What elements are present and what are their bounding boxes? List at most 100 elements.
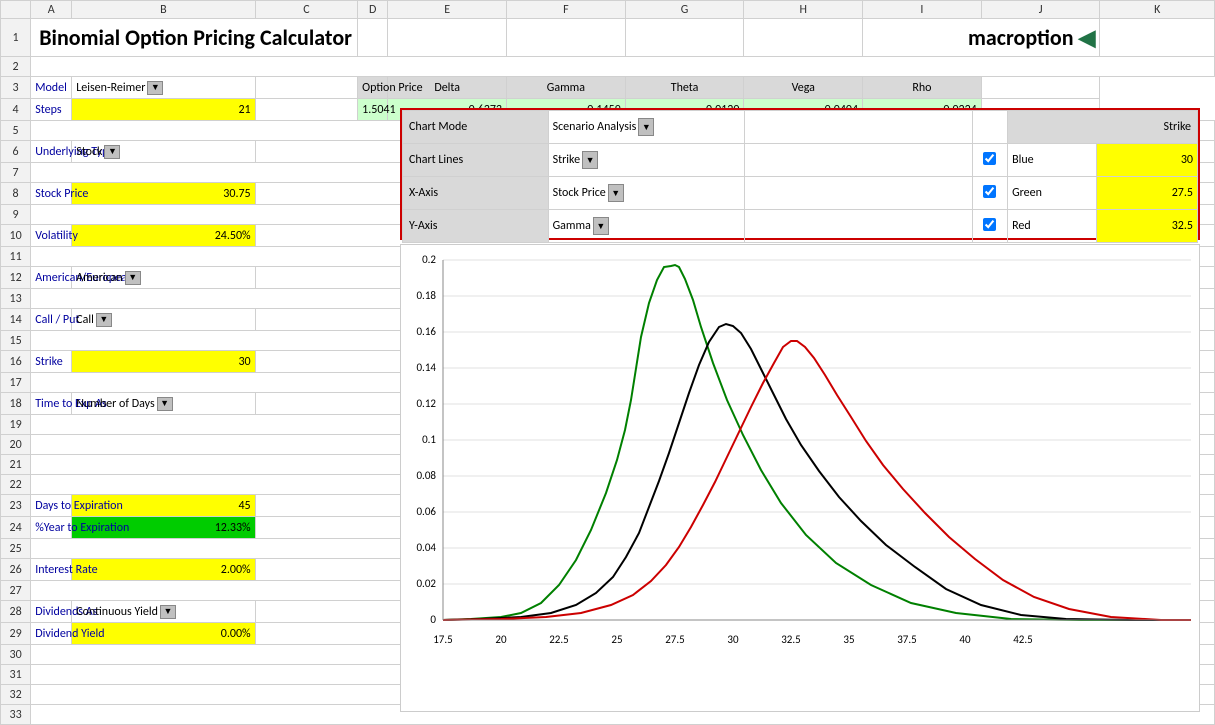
gamma-chart: 0.2 0.18 0.16 0.14 0.12 0.1 0.08 0.06 0.… <box>401 245 1201 713</box>
chart-mode-arrow[interactable]: ▼ <box>638 118 654 136</box>
x-label-25: 25 <box>611 633 622 646</box>
x-axis-label: X-Axis <box>403 177 549 210</box>
x-label-35: 35 <box>843 633 854 646</box>
row-17: 17 <box>1 373 31 393</box>
row-29: 29 <box>1 623 31 645</box>
green-value-cell[interactable]: 27.5 <box>1096 177 1197 210</box>
dividends-as-value: Continuous Yield <box>76 605 158 619</box>
col-header-g: G <box>625 1 744 19</box>
red-checkbox-cell[interactable] <box>972 210 1007 243</box>
green-checkbox-cell[interactable] <box>972 177 1007 210</box>
steps-value[interactable]: 21 <box>72 99 255 121</box>
blue-value-cell[interactable]: 30 <box>1096 144 1197 177</box>
y-label-0.14: 0.14 <box>416 361 436 374</box>
empty-ctrl-5 <box>744 210 972 243</box>
stock-price-value[interactable]: 30.75 <box>72 183 255 205</box>
blue-checkbox-cell[interactable] <box>972 144 1007 177</box>
days-exp-label: Days to Expiration <box>31 495 72 517</box>
col-header-c: C <box>255 1 358 19</box>
dividends-as-arrow[interactable]: ▼ <box>160 605 176 619</box>
model-label: Model <box>31 77 72 99</box>
callput-arrow[interactable]: ▼ <box>96 313 112 327</box>
american-european-label: American/European <box>31 267 72 289</box>
row-33: 33 <box>1 705 31 725</box>
red-curve <box>443 341 1191 620</box>
strike-header: Strike <box>1008 111 1198 144</box>
corner-header <box>1 1 31 19</box>
row-2: 2 <box>1 57 31 77</box>
chart-mode-value-cell: Scenario Analysis ▼ <box>548 111 744 144</box>
col-header-a: A <box>31 1 72 19</box>
strike-label: Strike <box>31 351 72 373</box>
empty-k1 <box>1100 19 1215 57</box>
time-exp-arrow[interactable]: ▼ <box>157 397 173 411</box>
red-value-cell[interactable]: 32.5 <box>1096 210 1197 243</box>
interest-rate-value[interactable]: 2.00% <box>72 559 255 581</box>
col-header-e: E <box>388 1 507 19</box>
col-header-b: B <box>72 1 255 19</box>
green-label-cell: Green <box>1008 177 1097 210</box>
model-dropdown-value: Leisen-Reimer <box>76 81 145 95</box>
row-3: 3 <box>1 77 31 99</box>
underlying-label: Underlying Type <box>31 141 72 163</box>
row-8: 8 <box>1 183 31 205</box>
y-label-0.06: 0.06 <box>416 505 436 518</box>
row-16: 16 <box>1 351 31 373</box>
x-axis-arrow[interactable]: ▼ <box>608 184 624 202</box>
row-30: 30 <box>1 645 31 665</box>
row-14: 14 <box>1 309 31 331</box>
row-15: 15 <box>1 331 31 351</box>
x-label-27.5: 27.5 <box>665 633 685 646</box>
y-axis-label: Y-Axis <box>403 210 549 243</box>
row-27: 27 <box>1 581 31 601</box>
x-axis-value-cell: Stock Price ▼ <box>548 177 744 210</box>
y-axis-arrow[interactable]: ▼ <box>593 217 609 235</box>
american-european-arrow[interactable]: ▼ <box>125 271 141 285</box>
col-header-h: H <box>744 1 863 19</box>
underlying-dropdown-arrow[interactable]: ▼ <box>104 145 120 159</box>
gamma-header: Gamma <box>507 77 626 99</box>
row-25: 25 <box>1 539 31 559</box>
chart-mode-label: Chart Mode <box>403 111 549 144</box>
rho-header: Rho <box>863 77 982 99</box>
stock-price-label: Stock Price <box>31 183 72 205</box>
x-label-30: 30 <box>727 633 739 646</box>
model-value-cell: Leisen-Reimer ▼ <box>72 77 255 99</box>
empty-ctrl-1 <box>744 111 972 144</box>
x-label-20: 20 <box>495 633 507 646</box>
theta-header: Theta <box>625 77 744 99</box>
x-axis-value: Stock Price <box>553 186 606 200</box>
row-6: 6 <box>1 141 31 163</box>
x-label-40: 40 <box>959 633 971 646</box>
row-1: 1 <box>1 19 31 57</box>
red-label-cell: Red <box>1008 210 1097 243</box>
y-label-0.16: 0.16 <box>416 325 436 338</box>
time-exp-label: Time to Exp As <box>31 393 72 415</box>
row-31: 31 <box>1 665 31 685</box>
vega-header: Vega <box>744 77 863 99</box>
year-exp-label: %Year to Expiration <box>31 517 72 539</box>
row-9: 9 <box>1 205 31 225</box>
page-title: Binomial Option Pricing Calculator <box>31 19 358 57</box>
col-header-j: J <box>981 1 1100 19</box>
empty-h1 <box>744 19 863 57</box>
row-28: 28 <box>1 601 31 623</box>
underlying-value: Stock <box>76 145 102 159</box>
blue-checkbox[interactable] <box>983 152 996 165</box>
model-dropdown-arrow[interactable]: ▼ <box>147 81 163 95</box>
y-label-0.18: 0.18 <box>416 289 436 302</box>
chart-lines-arrow[interactable]: ▼ <box>582 151 598 169</box>
callput-label: Call / Put <box>31 309 72 331</box>
green-checkbox[interactable] <box>983 185 996 198</box>
red-checkbox[interactable] <box>983 218 996 231</box>
volatility-value[interactable]: 24.50% <box>72 225 255 247</box>
empty-ctrl-4 <box>744 177 972 210</box>
strike-value[interactable]: 30 <box>72 351 255 373</box>
row-11: 11 <box>1 247 31 267</box>
row-24: 24 <box>1 517 31 539</box>
col-header-k: K <box>1100 1 1215 19</box>
green-curve <box>443 265 1191 620</box>
y-label-0.04: 0.04 <box>416 541 436 554</box>
empty-row2 <box>31 57 1215 77</box>
chart-lines-value: Strike <box>553 153 581 167</box>
